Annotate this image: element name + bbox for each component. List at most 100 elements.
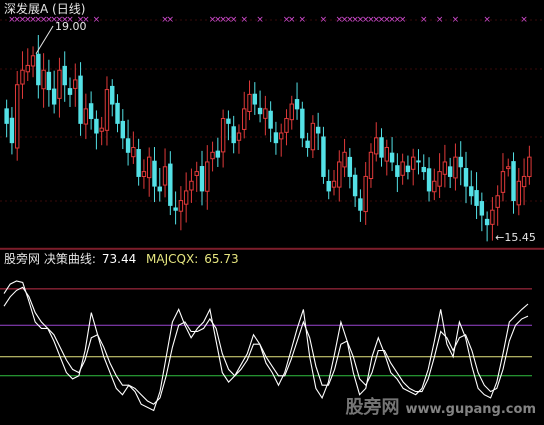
candle-body <box>300 108 305 139</box>
candle-body <box>51 88 57 105</box>
candle-body <box>14 84 20 149</box>
candle-body <box>463 167 469 187</box>
candle-body <box>310 122 316 151</box>
candle-body <box>410 156 416 170</box>
candle-body <box>421 166 426 173</box>
candle-body <box>315 126 321 134</box>
candle-body <box>220 118 226 153</box>
candle-body <box>511 161 516 202</box>
indicator-value1: 73.44 <box>101 252 137 266</box>
indicator-lines <box>3 280 529 412</box>
candle-body <box>247 93 252 112</box>
candle-body <box>278 132 284 140</box>
candle-body <box>242 108 247 130</box>
candle-body <box>20 69 25 85</box>
candle-body <box>453 156 458 179</box>
candle-body <box>437 171 442 187</box>
watermark-url: www.gupang.com <box>405 402 536 417</box>
candle-body <box>104 89 110 131</box>
candle-body <box>331 180 337 188</box>
grid <box>0 19 544 250</box>
candle-body <box>94 118 99 134</box>
indicator-name2: MAJCQX: <box>146 252 199 266</box>
candle-body <box>110 85 115 105</box>
candle-body <box>73 79 78 89</box>
candle-body <box>447 166 453 177</box>
signal-mark: × <box>230 15 238 25</box>
candle-body <box>374 137 379 155</box>
candle-body <box>120 120 126 139</box>
candle-body <box>194 171 199 176</box>
chart-title: 深发展A (日线) <box>4 2 86 16</box>
candle-body <box>321 136 326 177</box>
candle-body <box>62 65 67 86</box>
majcqx-line <box>3 286 529 405</box>
candle-body <box>136 149 141 177</box>
signal-mark: × <box>167 15 175 25</box>
candle-body <box>131 146 136 158</box>
candle-body <box>479 201 485 216</box>
signal-mark: × <box>436 15 444 25</box>
signal-mark: × <box>320 15 328 25</box>
signal-mark: × <box>299 15 307 25</box>
candle-body <box>474 190 479 206</box>
candle-body <box>236 132 242 141</box>
candle-body <box>395 165 400 177</box>
candlestick-series <box>4 35 532 242</box>
candle-body <box>125 138 131 153</box>
signal-mark: × <box>452 15 460 25</box>
candle-body <box>231 126 236 144</box>
candle-body <box>226 118 231 124</box>
candle-body <box>57 69 62 99</box>
candle-body <box>527 156 532 178</box>
candle-body <box>141 171 147 177</box>
candle-body <box>215 150 221 158</box>
candle-body <box>173 207 178 211</box>
candle-body <box>405 165 411 173</box>
signal-mark: × <box>520 15 528 25</box>
candle-body <box>337 161 342 188</box>
candle-body <box>358 198 363 211</box>
indicator-name: 股旁网 决策曲线: <box>4 252 96 266</box>
watermark-cn: 股旁网 <box>345 397 400 418</box>
candle-body <box>46 71 52 91</box>
candle-body <box>342 151 347 168</box>
candle-body <box>178 200 184 212</box>
candle-body <box>289 103 294 121</box>
candle-body <box>268 110 273 129</box>
candle-body <box>495 195 500 208</box>
candle-body <box>25 64 30 73</box>
candle-body <box>88 103 94 120</box>
candle-body <box>252 93 258 105</box>
candle-body <box>36 53 41 86</box>
candle-body <box>516 180 522 206</box>
candle-body <box>162 166 168 186</box>
candle-body <box>83 108 89 125</box>
candle-body <box>490 209 495 225</box>
candle-body <box>115 102 120 124</box>
candle-body <box>183 190 189 205</box>
candle-body <box>506 166 511 170</box>
candle-body <box>189 180 194 191</box>
signal-mark: × <box>288 15 296 25</box>
candle-body <box>352 174 358 197</box>
candle-body <box>426 168 432 192</box>
candle-body <box>78 75 83 124</box>
candle-body <box>146 156 152 179</box>
candle-body <box>9 117 15 144</box>
candle-body <box>67 88 73 95</box>
candle-body <box>157 186 162 192</box>
candle-body <box>257 107 263 115</box>
candle-body <box>458 156 463 168</box>
signal-mark: × <box>256 15 264 25</box>
signal-mark: × <box>240 15 248 25</box>
indicator-value2: 65.73 <box>204 252 239 266</box>
candle-body <box>168 163 173 206</box>
hi-label: 19.00 <box>55 20 87 33</box>
candle-body <box>305 140 310 148</box>
candle-body <box>363 175 368 213</box>
candle-body <box>273 132 279 144</box>
chart-canvas: ×××××××××××× ×× × ×× ××××× × × ×× × × ××××××××××××… <box>0 15 544 412</box>
candle-body <box>210 151 215 160</box>
candle-body <box>389 152 395 163</box>
